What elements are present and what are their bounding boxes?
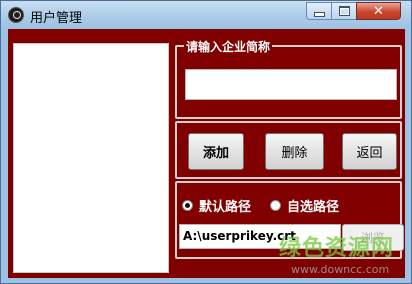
custom-path-label: 自选路径: [287, 200, 340, 215]
enterprise-name-input[interactable]: [185, 69, 397, 100]
custom-path-radio[interactable]: 自选路径: [270, 196, 339, 215]
enterprise-name-legend: 请输入企业简称: [184, 38, 273, 55]
back-button[interactable]: 返回: [342, 133, 397, 170]
close-icon: ✕: [373, 3, 384, 19]
minimize-button[interactable]: [306, 2, 332, 20]
window-title: 用户管理: [30, 11, 83, 26]
maximize-button[interactable]: [331, 2, 357, 20]
add-button[interactable]: 添加: [188, 133, 244, 170]
default-path-label: 默认路径: [199, 200, 252, 215]
app-icon: [8, 7, 24, 23]
maximize-icon: [338, 6, 350, 16]
user-list[interactable]: [13, 43, 169, 273]
default-path-radio[interactable]: 默认路径: [182, 196, 251, 215]
close-button[interactable]: ✕: [356, 2, 401, 20]
radio-unchecked-icon: [270, 200, 281, 211]
user-management-window: 用户管理 ✕ 请输入企业简称 添加 删除 返回 默认路径 自选路径 A:\use…: [0, 0, 412, 284]
delete-button[interactable]: 删除: [265, 133, 324, 170]
title-bar[interactable]: 用户管理 ✕: [1, 1, 411, 29]
radio-checked-icon: [182, 200, 193, 211]
watermark-url: www.downcc.com: [291, 263, 390, 276]
minimize-icon: [313, 12, 325, 17]
watermark-text: 绿色资源网: [279, 236, 395, 261]
